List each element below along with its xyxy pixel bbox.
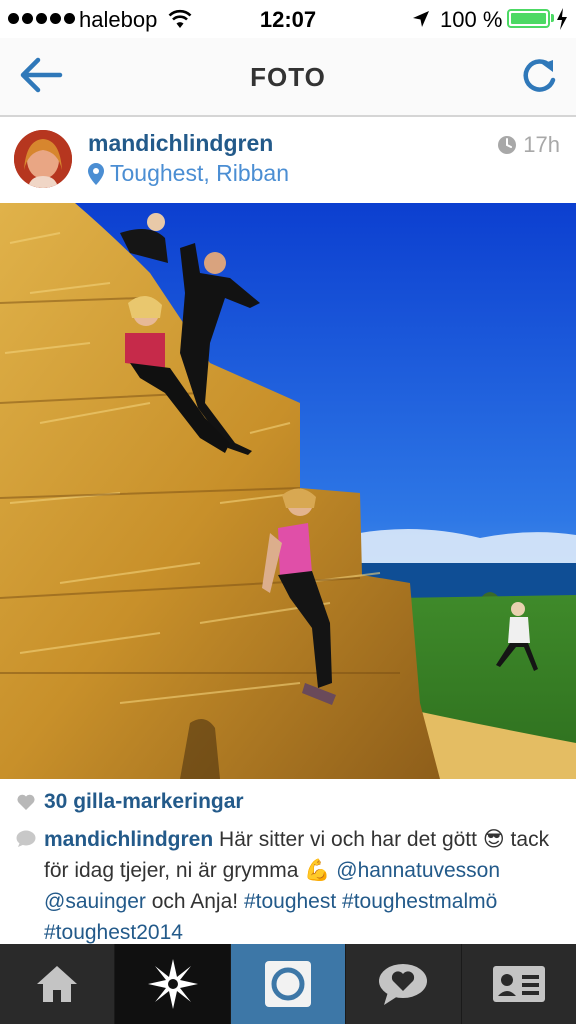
home-icon	[37, 966, 78, 1002]
comment-bubble-icon	[16, 830, 36, 853]
refresh-icon[interactable]	[520, 56, 558, 96]
caption-text: mandichlindgren Här sitter vi och har de…	[44, 824, 564, 948]
mention-hannatuvesson[interactable]: @hannatuvesson	[336, 859, 500, 882]
activity-heart-icon	[379, 964, 428, 1005]
caption-text-1: Här sitter vi och har det gött	[213, 828, 483, 851]
status-bar: halebop 12:07 100 %	[0, 0, 576, 38]
sunglasses-emoji: 😎	[482, 828, 505, 851]
tab-bar	[0, 944, 576, 1024]
post-time: 17h	[497, 132, 560, 158]
charging-bolt-icon	[556, 8, 568, 35]
likes-label: 30 gilla-markeringar	[44, 790, 244, 813]
tab-camera[interactable]	[230, 944, 347, 1024]
avatar[interactable]	[14, 130, 72, 188]
hashtag-toughest[interactable]: #toughest	[244, 890, 336, 913]
battery-tip	[551, 14, 554, 22]
heart-icon	[17, 794, 35, 810]
post-location[interactable]: Toughest, Ribban	[88, 160, 289, 187]
tab-home[interactable]	[0, 944, 116, 1024]
caption-username[interactable]: mandichlindgren	[44, 828, 213, 851]
likes-count[interactable]: 30 gilla-markeringar	[16, 790, 244, 814]
profile-card-icon	[492, 966, 545, 1002]
post-header: mandichlindgren Toughest, Ribban 17h	[0, 117, 576, 203]
battery-icon	[507, 9, 550, 28]
tab-activity[interactable]	[346, 944, 462, 1024]
hashtag-toughestmalmo[interactable]: #toughestmalmö	[342, 890, 497, 913]
caption-text-3: och Anja!	[145, 890, 239, 913]
page-title: FOTO	[250, 62, 326, 92]
flexed-biceps-emoji: 💪	[304, 859, 331, 882]
battery-percentage: 100 %	[440, 7, 503, 32]
post-photo[interactable]	[0, 203, 576, 779]
post-username[interactable]: mandichlindgren	[88, 130, 273, 157]
hashtag-toughest2014[interactable]: #toughest2014	[44, 921, 183, 944]
location-arrow-icon	[411, 9, 431, 34]
tab-explore[interactable]	[115, 944, 231, 1024]
location-label: Toughest, Ribban	[110, 160, 290, 186]
explore-star-icon	[147, 959, 198, 1009]
post-caption: mandichlindgren Här sitter vi och har de…	[16, 824, 564, 948]
location-pin-icon	[88, 162, 104, 185]
time-ago: 17h	[523, 132, 560, 157]
mention-sauinger[interactable]: @sauinger	[44, 890, 146, 913]
tab-profile[interactable]	[462, 944, 576, 1024]
camera-icon	[265, 961, 312, 1007]
navigation-bar: FOTO	[0, 38, 576, 117]
clock-icon	[498, 136, 517, 154]
